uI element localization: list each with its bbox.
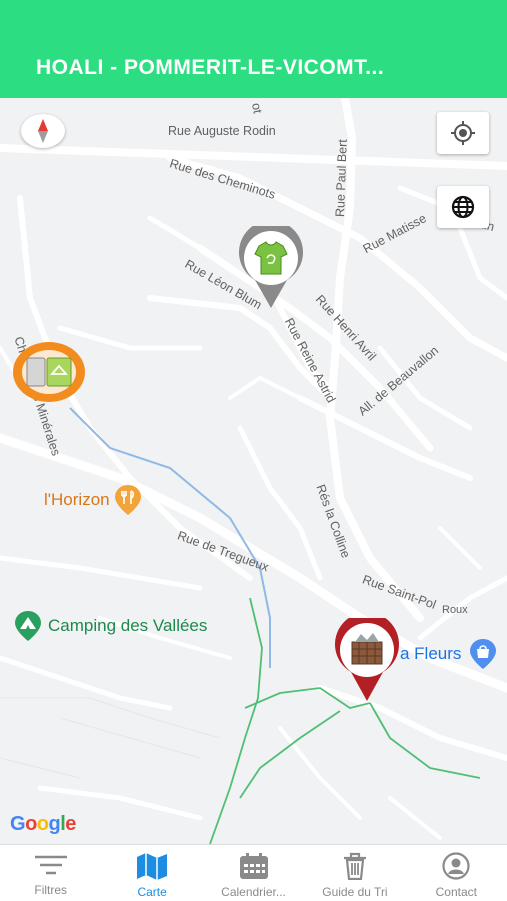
poi-label: Camping des Vallées	[48, 616, 208, 635]
locate-me-button[interactable]	[437, 112, 489, 154]
poi-camping[interactable]: Camping des Vallées	[14, 610, 207, 642]
map-pin-textile[interactable]	[235, 220, 307, 315]
map-pin-compost[interactable]	[331, 612, 403, 707]
poi-fleurs[interactable]: a Fleurs	[400, 638, 497, 670]
tab-contact[interactable]: Contact	[406, 845, 507, 901]
street-label: Roux	[442, 604, 468, 616]
location-target-icon	[451, 121, 475, 145]
restaurant-icon	[114, 485, 141, 515]
recycling-bins-icon	[13, 342, 85, 402]
tab-calendrier[interactable]: Calendrier...	[203, 845, 304, 901]
road-network	[0, 98, 507, 844]
bottom-tab-bar: Filtres Carte Calendrier... Guide du Tri	[0, 844, 507, 901]
poi-horizon[interactable]: l'Horizon	[44, 484, 142, 516]
tshirt-icon	[239, 220, 303, 308]
user-icon	[442, 852, 470, 880]
tab-label: Contact	[435, 885, 477, 899]
globe-icon	[451, 195, 475, 219]
tab-label: Carte	[137, 885, 167, 899]
page-title: HOALI - POMMERIT-LE-VICOMT...	[36, 56, 385, 79]
google-logo: Google	[10, 813, 76, 835]
poi-label: a Fleurs	[400, 644, 462, 663]
map-view[interactable]: Rue Auguste Rodin Rue des Cheminots Rue …	[0, 98, 507, 844]
street-label: Rue Paul Bert	[333, 138, 350, 218]
compass-button[interactable]	[21, 114, 65, 148]
tab-filtres[interactable]: Filtres	[0, 845, 101, 901]
compost-bin-icon	[335, 612, 399, 701]
trash-icon	[343, 852, 366, 880]
calendar-icon	[239, 853, 268, 879]
poi-label: l'Horizon	[44, 490, 110, 509]
map-pin-recycling[interactable]	[12, 341, 86, 408]
street-label: Rue Auguste Rodin	[168, 124, 276, 138]
filter-icon	[34, 855, 67, 875]
tab-label: Calendrier...	[221, 885, 286, 899]
map-icon	[137, 853, 168, 880]
app-header: HOALI - POMMERIT-LE-VICOMT...	[0, 0, 507, 98]
tab-guide-du-tri[interactable]: Guide du Tri	[304, 845, 405, 901]
tab-carte[interactable]: Carte	[101, 845, 202, 901]
shopping-icon	[470, 639, 497, 669]
tab-label: Guide du Tri	[322, 885, 388, 899]
map-layer-button[interactable]	[437, 186, 489, 228]
tab-label: Filtres	[34, 883, 68, 897]
camping-icon	[15, 611, 41, 641]
compass-icon	[38, 119, 48, 143]
